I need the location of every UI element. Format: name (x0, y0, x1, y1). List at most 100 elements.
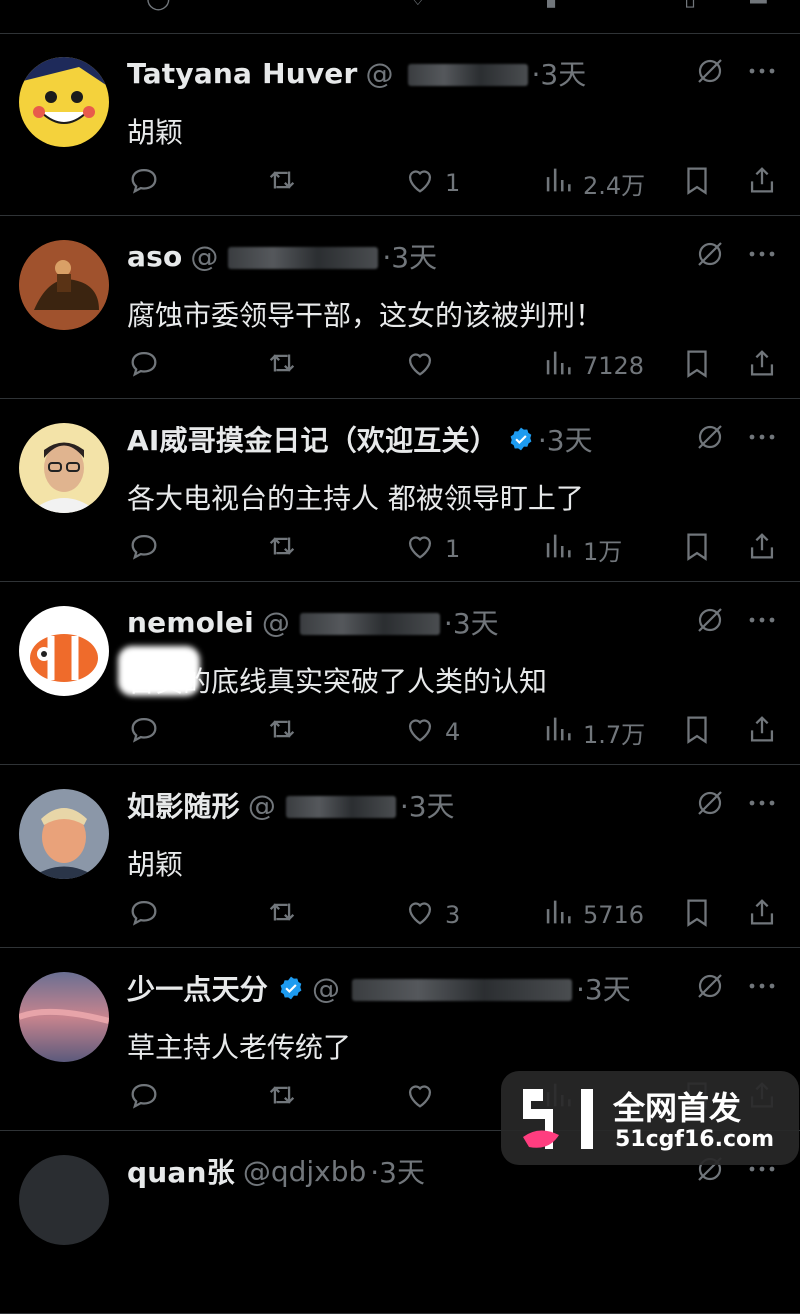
like-icon[interactable]: ♡ (408, 0, 436, 11)
author-handle[interactable]: @ (366, 57, 528, 90)
timestamp[interactable]: ·3天 (538, 419, 593, 459)
like-icon (403, 163, 437, 203)
more-icon[interactable] (745, 608, 779, 632)
author-handle[interactable]: @ (312, 972, 573, 1005)
watermark-title: 全网首发 (613, 1089, 742, 1127)
author-handle[interactable]: @ (262, 606, 440, 639)
author-handle[interactable]: @ (248, 789, 396, 822)
author-name[interactable]: Tatyana Huver (127, 57, 358, 90)
tweet-header: aso @ ·3天 (127, 236, 437, 276)
bookmark-button[interactable] (680, 346, 714, 386)
reply-button[interactable] (127, 346, 169, 386)
tweet-text: 胡颖 (127, 848, 184, 881)
tweet-card[interactable]: Tatyana Huver @ ·3天 胡颖 1 2.4万 (0, 33, 800, 216)
more-icon[interactable] (745, 425, 779, 449)
grok-icon[interactable] (694, 238, 726, 270)
reply-icon (127, 712, 161, 752)
like-button[interactable]: 3 (403, 895, 460, 935)
grok-icon[interactable] (694, 55, 726, 87)
share-icon[interactable]: ▬ (748, 0, 776, 11)
views-icon[interactable]: ▮ (545, 0, 573, 11)
more-icon[interactable] (745, 242, 779, 266)
retweet-button[interactable] (265, 346, 307, 386)
author-name[interactable]: nemolei (127, 606, 254, 639)
avatar[interactable] (19, 423, 109, 513)
grok-icon[interactable] (694, 970, 726, 1002)
bookmark-icon (680, 895, 714, 935)
retweet-button[interactable] (265, 712, 307, 752)
more-icon[interactable] (745, 791, 779, 815)
like-button[interactable]: 1 (403, 529, 460, 569)
tweet-card[interactable]: 如影随形 @ ·3天胡颖 3 5716 (0, 765, 800, 948)
reply-icon (127, 346, 161, 386)
reply-button[interactable] (127, 163, 169, 203)
like-button[interactable] (403, 1078, 445, 1118)
bookmark-button[interactable] (680, 529, 714, 569)
grok-icon[interactable] (694, 421, 726, 453)
like-button[interactable]: 1 (403, 163, 460, 203)
more-icon[interactable] (745, 974, 779, 998)
author-handle[interactable]: @qdjxbb (243, 1155, 366, 1188)
share-button[interactable] (745, 529, 779, 569)
redacted-handle-mask (352, 978, 573, 1001)
views-button[interactable]: 5716 (541, 895, 644, 935)
reply-icon[interactable]: ◯ (146, 0, 174, 11)
share-button[interactable] (745, 895, 779, 935)
redacted-handle-mask (407, 63, 528, 86)
reply-button[interactable] (127, 895, 169, 935)
views-button[interactable]: 2.4万 (541, 163, 645, 203)
reply-button[interactable] (127, 1078, 169, 1118)
author-name[interactable]: AI威哥摸金日记（欢迎互关） (127, 419, 498, 459)
bookmark-icon[interactable]: ▯ (684, 0, 712, 11)
share-button[interactable] (745, 346, 779, 386)
avatar[interactable] (19, 789, 109, 879)
reply-button[interactable] (127, 529, 169, 569)
grok-icon[interactable] (694, 604, 726, 636)
avatar[interactable] (19, 240, 109, 330)
timestamp[interactable]: ·3天 (370, 1151, 425, 1191)
bookmark-button[interactable] (680, 163, 714, 203)
timestamp[interactable]: ·3天 (532, 53, 587, 93)
timestamp[interactable]: ·3天 (382, 236, 437, 276)
author-name[interactable]: 少一点天分 (127, 968, 268, 1008)
grok-icon[interactable] (694, 787, 726, 819)
like-icon (403, 346, 437, 386)
author-name[interactable]: quan张 (127, 1151, 235, 1191)
share-button[interactable] (745, 712, 779, 752)
views-button[interactable]: 1.7万 (541, 712, 645, 752)
tweet-header: Tatyana Huver @ ·3天 (127, 53, 586, 93)
author-name[interactable]: aso (127, 240, 182, 273)
avatar[interactable] (19, 972, 109, 1062)
avatar[interactable] (19, 1155, 109, 1245)
share-button[interactable] (745, 163, 779, 203)
bookmark-button[interactable] (680, 895, 714, 935)
bookmark-button[interactable] (680, 712, 714, 752)
author-name[interactable]: 如影随形 (127, 785, 240, 825)
like-icon (403, 712, 437, 752)
avatar[interactable] (19, 606, 109, 696)
tweet-card[interactable]: AI威哥摸金日记（欢迎互关） ·3天各大电视台的主持人 都被领导盯上了 1 1万 (0, 399, 800, 582)
retweet-button[interactable] (265, 163, 307, 203)
like-button[interactable] (403, 346, 445, 386)
reply-button[interactable] (127, 712, 169, 752)
more-icon[interactable] (745, 59, 779, 83)
timestamp[interactable]: ·3天 (576, 968, 631, 1008)
timestamp[interactable]: ·3天 (400, 785, 455, 825)
avatar[interactable] (19, 57, 109, 147)
retweet-button[interactable] (265, 529, 307, 569)
views-button[interactable]: 1万 (541, 529, 622, 569)
retweet-button[interactable] (265, 895, 307, 935)
tweet-actions: 1 1万 (0, 529, 800, 569)
tweet-header: AI威哥摸金日记（欢迎互关） ·3天 (127, 419, 593, 459)
author-handle[interactable]: @ (190, 240, 379, 273)
retweet-button[interactable] (265, 1078, 307, 1118)
tweet-text: 各大电视台的主持人 都被领导盯上了 (127, 482, 584, 515)
views-button[interactable]: 7128 (541, 346, 644, 386)
views-icon (541, 712, 575, 752)
tweet-card[interactable]: aso @ ·3天 腐蚀市委领导干部，这女的该被判刑！ 7128 (0, 216, 800, 399)
redacted-handle-mask (299, 612, 440, 635)
tweet-card[interactable]: nemolei @ ·3天 官员的底线真实突破了人类的认知 4 1.7万 (0, 582, 800, 765)
like-button[interactable]: 4 (403, 712, 460, 752)
redacted-handle-mask (228, 246, 379, 269)
timestamp[interactable]: ·3天 (444, 602, 499, 642)
